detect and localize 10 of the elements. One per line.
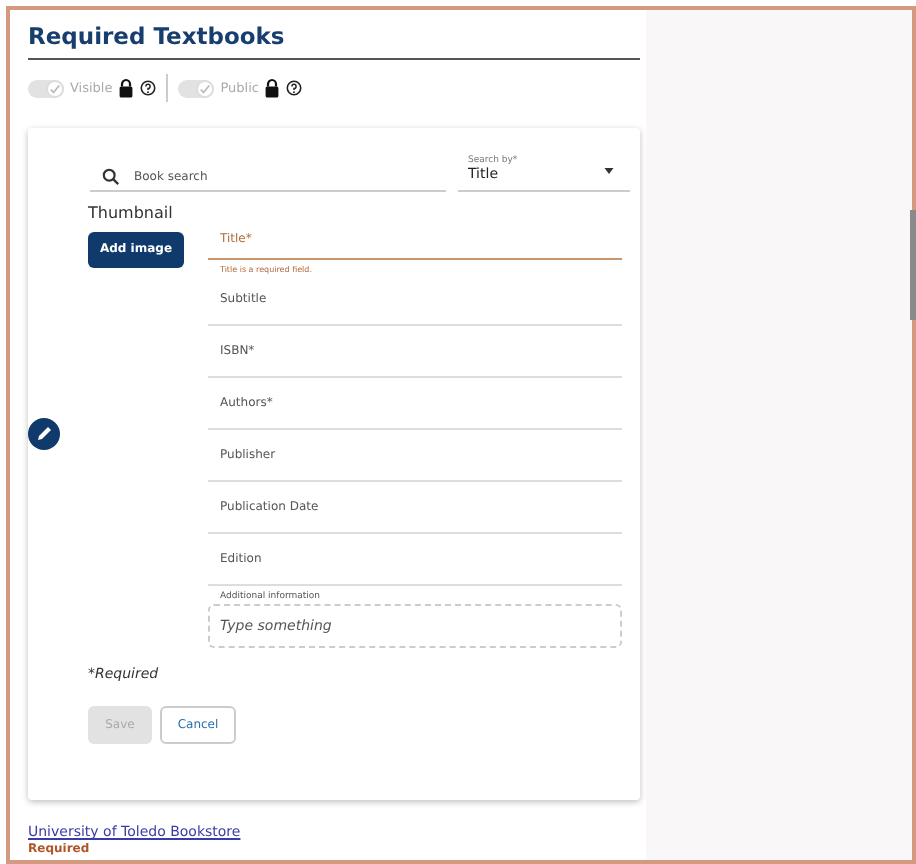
scrollbar-thumb[interactable] (910, 210, 916, 320)
check-icon (198, 81, 213, 95)
help-icon[interactable] (140, 80, 157, 96)
check-icon (48, 81, 62, 95)
caret-icon (604, 168, 614, 174)
help-icon[interactable] (286, 80, 303, 96)
search-icon (102, 168, 120, 186)
pencil-icon[interactable] (28, 418, 60, 450)
thumbnail-label: Thumbnail (88, 204, 175, 222)
section-heading: Required Textbooks (28, 18, 640, 60)
